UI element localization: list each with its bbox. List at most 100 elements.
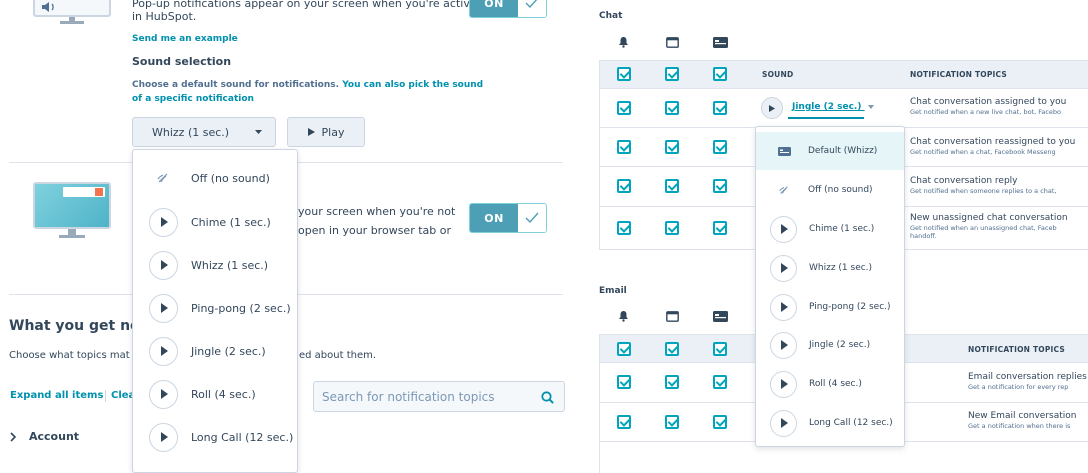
chat-topic-title: Chat conversation assigned to you <box>910 97 1067 107</box>
bell-icon <box>619 311 628 322</box>
chat-row2-checkbox-browser[interactable] <box>665 140 679 154</box>
check-icon <box>525 212 539 224</box>
play-icon[interactable] <box>149 293 178 323</box>
sound-option-ping-pong[interactable]: Ping-pong (2 sec.) <box>133 292 297 324</box>
account-row[interactable]: Account <box>10 430 79 443</box>
chat-row2-checkbox-popup[interactable] <box>713 140 727 154</box>
popup-card-icon <box>713 37 728 48</box>
sound-option-jingle[interactable]: Jingle (2 sec.) <box>133 335 297 367</box>
play-button[interactable]: Play <box>287 117 365 147</box>
sound-option-whizz[interactable]: Whizz (1 sec.) <box>756 252 904 284</box>
email-row2-checkbox-in-app[interactable] <box>617 415 631 429</box>
email-row2-checkbox-browser[interactable] <box>665 415 679 429</box>
browser-window-icon <box>666 37 679 48</box>
play-icon <box>769 104 775 112</box>
browser-toggle[interactable]: ON <box>469 203 547 233</box>
chevron-right-icon <box>10 431 17 442</box>
play-icon[interactable] <box>770 293 797 321</box>
play-icon[interactable] <box>770 331 797 359</box>
browser-window-icon <box>666 311 679 322</box>
chat-row2-checkbox-in-app[interactable] <box>617 140 631 154</box>
chat-row1-checkbox-browser[interactable] <box>665 101 679 115</box>
play-icon[interactable] <box>770 409 797 437</box>
play-icon[interactable] <box>149 207 178 237</box>
email-topic-title: New Email conversation <box>968 411 1077 421</box>
play-icon[interactable] <box>149 379 178 409</box>
search-icon <box>541 391 554 404</box>
sound-option-off[interactable]: Off (no sound) <box>756 174 904 206</box>
sound-option-ping-pong[interactable]: Ping-pong (2 sec.) <box>756 291 904 323</box>
chat-row3-checkbox-browser[interactable] <box>665 179 679 193</box>
chat-row1-checkbox-popup[interactable] <box>713 101 727 115</box>
row-sound-select[interactable]: Jingle (2 sec.) <box>792 102 874 112</box>
chat-row1-checkbox-in-app[interactable] <box>617 101 631 115</box>
email-header-checkbox-popup[interactable] <box>713 342 727 356</box>
sound-select[interactable]: Whizz (1 sec.) <box>132 117 276 147</box>
chat-row3-checkbox-popup[interactable] <box>713 179 727 193</box>
play-icon[interactable] <box>149 422 178 452</box>
sound-option-roll[interactable]: Roll (4 sec.) <box>133 378 297 410</box>
account-label: Account <box>29 430 80 443</box>
email-row2-checkbox-popup[interactable] <box>713 415 727 429</box>
topic-search-input[interactable]: Search for notification topics <box>313 381 565 412</box>
popup-toggle[interactable]: ON <box>469 0 547 18</box>
pick-specific-sound-link-2[interactable]: of a specific notification <box>132 94 254 104</box>
sound-option-label: Roll (4 sec.) <box>809 379 862 389</box>
sound-option-label: Default (Whizz) <box>808 146 878 156</box>
sound-help-text: Choose a default sound for notifications… <box>132 80 340 90</box>
sound-option-label: Long Call (12 sec.) <box>191 430 294 444</box>
caret-down-icon <box>867 105 874 109</box>
toggle-on-label: ON <box>470 204 518 232</box>
sound-option-off[interactable]: Off (no sound) <box>133 162 297 194</box>
sound-option-label: Long Call (12 sec.) <box>809 418 893 428</box>
default-sound-icon <box>778 146 791 156</box>
email-row1-checkbox-in-app[interactable] <box>617 375 631 389</box>
popup-description-2: in HubSpot. <box>132 10 197 23</box>
chat-header-checkbox-browser[interactable] <box>665 67 679 81</box>
sound-option-label: Jingle (2 sec.) <box>809 340 871 350</box>
browser-description-2: open in your browser tab or <box>298 224 451 237</box>
topics-column-header: NOTIFICATION TOPICS <box>910 70 1007 79</box>
chat-header-checkbox-in-app[interactable] <box>617 67 631 81</box>
play-icon[interactable] <box>770 215 797 243</box>
email-header-checkbox-browser[interactable] <box>665 342 679 356</box>
toggle-on-label: ON <box>470 0 518 17</box>
expand-all-link[interactable]: Expand all items <box>10 390 103 401</box>
send-example-link[interactable]: Send me an example <box>132 34 238 44</box>
chat-header-checkbox-popup[interactable] <box>713 67 727 81</box>
sound-option-label: Ping-pong (2 sec.) <box>809 302 891 312</box>
email-header-checkbox-in-app[interactable] <box>617 342 631 356</box>
email-row1-checkbox-browser[interactable] <box>665 375 679 389</box>
sound-option-long-call[interactable]: Long Call (12 sec.) <box>133 421 297 453</box>
browser-description-1: your screen when you're not <box>298 205 456 218</box>
row-play-button[interactable] <box>761 97 783 119</box>
sound-option-whizz[interactable]: Whizz (1 sec.) <box>133 249 297 281</box>
sound-option-label: Whizz (1 sec.) <box>809 263 873 273</box>
chat-row3-checkbox-in-app[interactable] <box>617 179 631 193</box>
sound-option-label: Chime (1 sec.) <box>809 224 875 234</box>
sound-option-long-call[interactable]: Long Call (12 sec.) <box>756 407 904 439</box>
play-icon[interactable] <box>770 370 797 398</box>
browser-monitor-illustration <box>33 182 111 240</box>
sound-option-chime[interactable]: Chime (1 sec.) <box>133 206 297 238</box>
chat-row4-checkbox-browser[interactable] <box>665 221 679 235</box>
email-section-title: Email <box>599 286 627 296</box>
choose-topics-text: Choose what topics mat <box>9 350 130 361</box>
pick-specific-sound-link[interactable]: You can also pick the sound <box>342 80 483 90</box>
sound-column-header: SOUND <box>762 70 794 79</box>
sound-option-roll[interactable]: Roll (4 sec.) <box>756 368 904 400</box>
row-sound-dropdown-menu: Default (Whizz) Off (no sound) Chime (1 … <box>755 126 905 447</box>
sound-option-default[interactable]: Default (Whizz) <box>756 132 904 170</box>
play-icon[interactable] <box>770 254 797 282</box>
email-row1-checkbox-popup[interactable] <box>713 375 727 389</box>
play-icon <box>307 128 315 136</box>
chat-section-title: Chat <box>599 11 623 21</box>
sound-option-jingle[interactable]: Jingle (2 sec.) <box>756 329 904 361</box>
sound-option-chime[interactable]: Chime (1 sec.) <box>756 213 904 245</box>
play-icon[interactable] <box>149 336 178 366</box>
chat-topic-title: New unassigned chat conversation <box>910 213 1068 223</box>
chat-row4-checkbox-in-app[interactable] <box>617 221 631 235</box>
play-icon[interactable] <box>149 250 178 280</box>
sound-select-value: Whizz (1 sec.) <box>152 125 230 139</box>
chat-row4-checkbox-popup[interactable] <box>713 221 727 235</box>
